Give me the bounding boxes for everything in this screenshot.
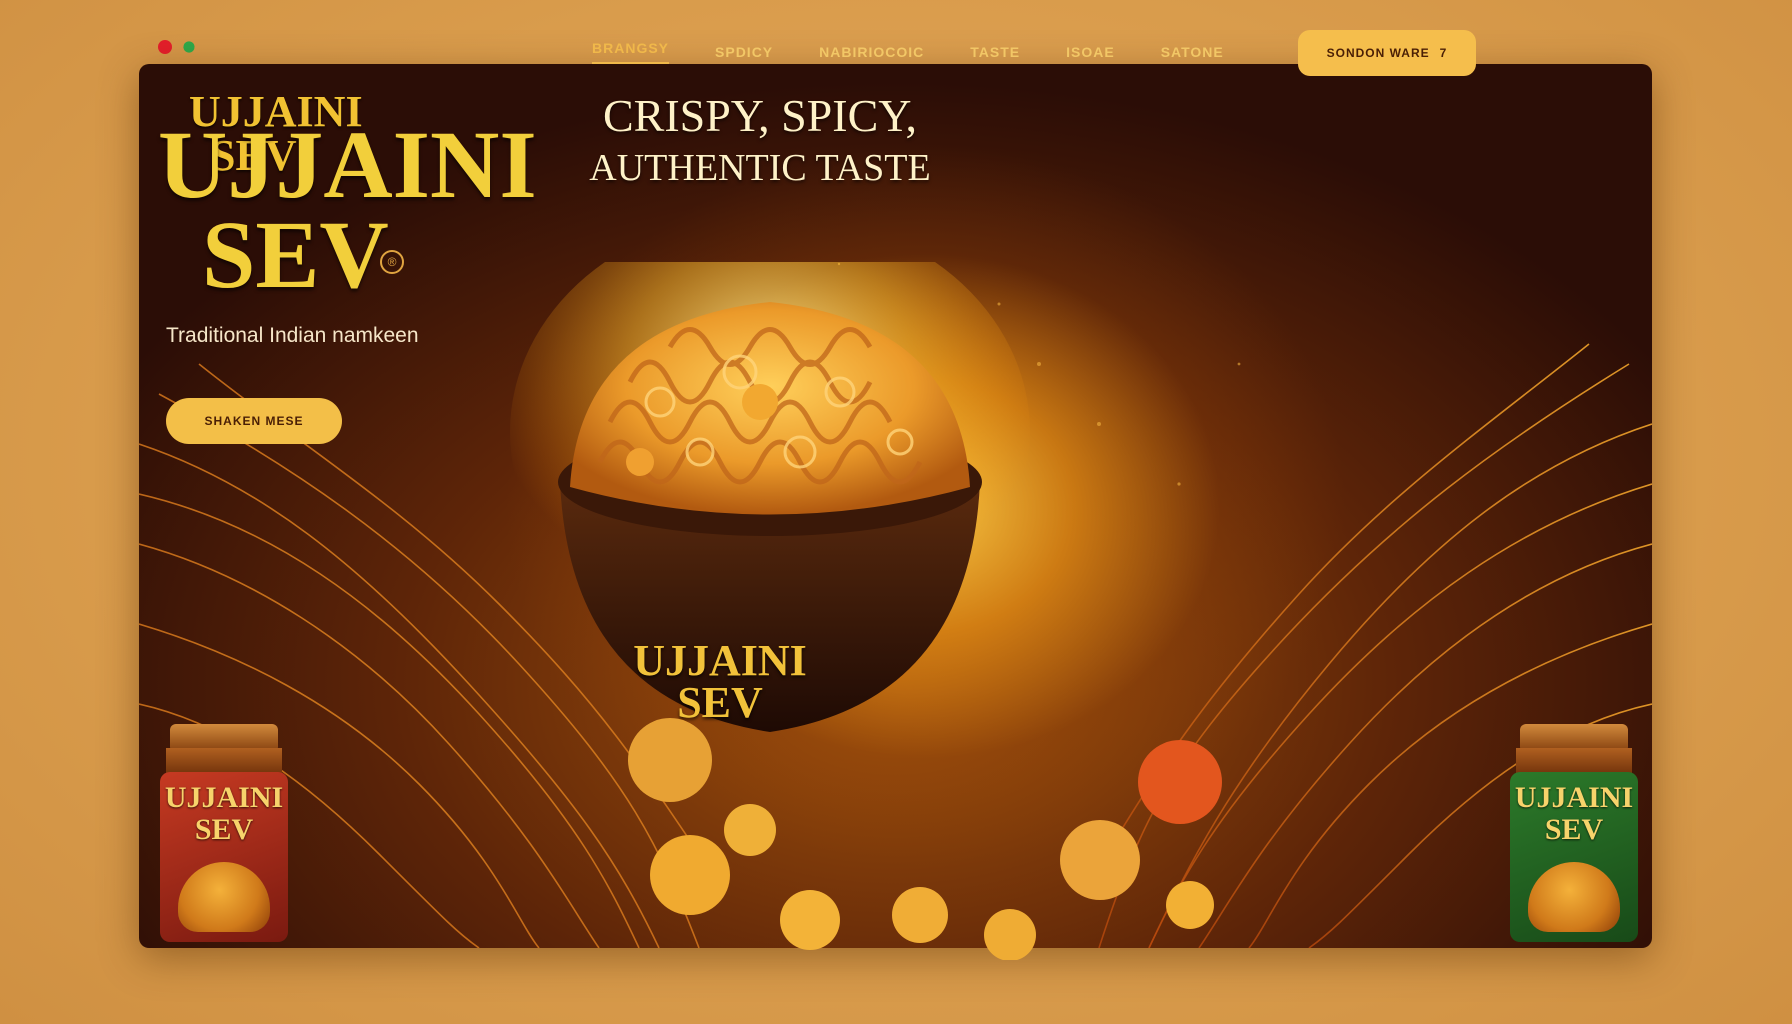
jar-label-line1: UJJAINI	[1514, 781, 1634, 814]
jar-label-line1: UJJAINI	[164, 781, 284, 814]
nav-item-satone[interactable]: SATONE	[1161, 44, 1224, 60]
hero-shop-button[interactable]: SHAKEN MESE	[166, 398, 342, 444]
jar-body: UJJAINI SEV	[1510, 772, 1638, 942]
hero-brand-line1: UJJAINI	[158, 111, 537, 218]
hero-tagline: Traditional Indian namkeen	[166, 324, 419, 347]
jar-sev-illustration	[178, 862, 270, 932]
jar-label-line2: SEV	[1544, 813, 1604, 846]
product-jar-right[interactable]: UJJAINI SEV	[1510, 724, 1638, 942]
nav-item-taste[interactable]: TASTE	[970, 44, 1020, 60]
headline-line1: CRISPY, SPICY,	[602, 90, 918, 141]
header-cta-button[interactable]: SONDON WARE 7	[1298, 30, 1476, 76]
header-cta-label: SONDON WARE	[1326, 46, 1430, 60]
maximize-dot-icon[interactable]	[181, 39, 197, 55]
hero-brand-title: UJJAINI SEV	[158, 111, 537, 308]
nav-item-isoae[interactable]: ISOAE	[1066, 44, 1115, 60]
product-jar-left[interactable]: UJJAINI SEV	[160, 724, 288, 942]
registered-mark-icon: ®	[380, 250, 404, 274]
hero-headline: CRISPY, SPICY, AUTHENTIC TASTE	[540, 88, 980, 192]
jar-lid	[170, 724, 278, 750]
hero-brand-line2: SEV	[202, 201, 389, 308]
jar-label-line2: SEV	[194, 813, 254, 846]
arrow-icon: 7	[1439, 46, 1448, 60]
jar-label: UJJAINI SEV	[1510, 782, 1638, 846]
bundi-balls-decoration	[628, 718, 1222, 960]
jar-label: UJJAINI SEV	[160, 782, 288, 846]
nav-item-nabiriococ[interactable]: NABIRIOCOIC	[819, 44, 924, 60]
main-nav: BRANGSY SPDICY NABIRIOCOIC TASTE ISOAE S…	[592, 40, 1270, 64]
nav-item-spdicy[interactable]: SPDICY	[715, 44, 773, 60]
nav-item-brangsy[interactable]: BRANGSY	[592, 40, 670, 64]
bowl-label-line1: UJJAINI	[633, 636, 807, 685]
jar-body: UJJAINI SEV	[160, 772, 288, 942]
close-dot-icon[interactable]	[158, 40, 172, 54]
window-controls	[158, 39, 197, 55]
jar-sev-illustration	[1528, 862, 1620, 932]
jar-lid	[1520, 724, 1628, 750]
headline-line2: AUTHENTIC TASTE	[589, 147, 931, 189]
